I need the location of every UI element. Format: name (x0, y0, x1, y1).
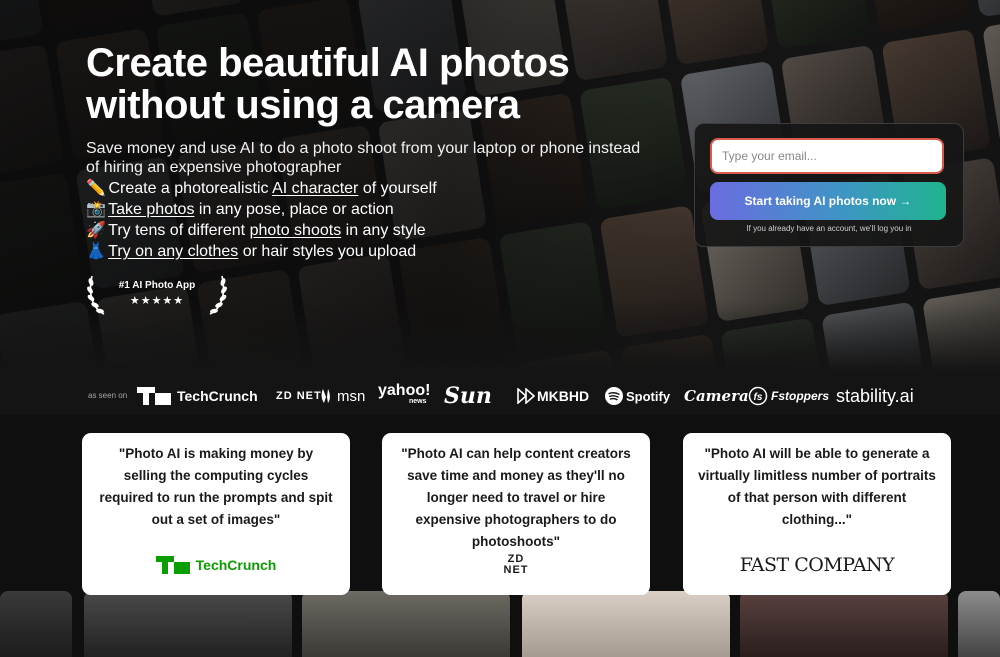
testimonial-quote: "Photo AI is making money by selling the… (99, 446, 333, 527)
hero-headline: Create beautiful AI photos without using… (86, 41, 570, 127)
dress-icon: 👗 (86, 243, 106, 260)
digital-camera-logo: Camera (684, 387, 749, 405)
try-on-clothes-link[interactable]: Try on any clothes (108, 243, 238, 260)
spotify-logo: Spotify (605, 383, 670, 409)
fstoppers-logo: fs Fstoppers (748, 383, 829, 409)
testimonials-section: "Photo AI is making money by selling the… (0, 415, 1000, 657)
camera-flash-icon: 📸 (86, 201, 106, 218)
zdnet-logo: ZD NET (276, 389, 322, 402)
techcrunch-logo: TechCrunch (137, 383, 258, 409)
yahoo-news-logo: yahoo! news (378, 382, 431, 406)
testimonial-card-zdnet: "Photo AI can help content creators save… (382, 433, 650, 595)
take-photos-link[interactable]: Take photos (108, 201, 194, 218)
msn-butterfly-icon (321, 389, 330, 403)
testimonial-quote: "Photo AI can help content creators save… (401, 446, 631, 549)
pencil-icon: ✏️ (86, 180, 106, 197)
techcrunch-mark-icon (137, 387, 171, 405)
login-note: If you already have an account, we'll lo… (746, 224, 912, 233)
photo-shoots-link[interactable]: photo shoots (250, 222, 342, 239)
feature-item-ai-character: ✏️ Create a photorealistic AI character … (86, 180, 437, 197)
feature-list: ✏️ Create a photorealistic AI character … (86, 178, 437, 262)
mkbhd-mark-icon (517, 388, 535, 404)
mkbhd-logo: MKBHD (517, 383, 589, 409)
hero-subtitle: Save money and use AI to do a photo shoo… (86, 140, 641, 176)
as-seen-on-label: as seen on (88, 391, 128, 400)
msn-logo: msn (320, 383, 365, 409)
as-seen-on-bar: as seen on TechCrunch ZD NET msn yahoo! … (0, 375, 1000, 415)
start-taking-photos-button[interactable]: Start taking AI photos now → (710, 182, 946, 220)
techcrunch-mark-icon (155, 556, 190, 574)
stability-ai-logo: stability.ai (836, 385, 914, 406)
testimonial-card-fastcompany: "Photo AI will be able to generate a vir… (683, 433, 951, 595)
svg-text:fs: fs (754, 392, 763, 403)
the-sun-logo: Sun (444, 383, 492, 409)
signup-card: Start taking AI photos now → If you alre… (694, 123, 964, 247)
testimonial-quote: "Photo AI will be able to generate a vir… (698, 446, 936, 527)
zdnet-source-logo: ZD NET (503, 553, 529, 576)
techcrunch-source-logo: TechCrunch (82, 549, 350, 581)
laurel-right-icon (209, 275, 227, 315)
laurel-left-icon (87, 275, 105, 315)
fastcompany-source-logo: FAST COMPANY (739, 554, 895, 576)
testimonial-card-techcrunch: "Photo AI is making money by selling the… (82, 433, 350, 595)
feature-item-photo-shoots: 🚀 Try tens of different photo shoots in … (86, 222, 426, 239)
feature-item-try-on-clothes: 👗 Try on any clothes or hair styles you … (86, 243, 417, 260)
spotify-icon (605, 387, 623, 405)
email-input[interactable] (710, 138, 944, 174)
hero-section: Create beautiful AI photos without using… (0, 0, 1000, 375)
ai-character-link[interactable]: AI character (272, 180, 358, 197)
rocket-icon: 🚀 (86, 222, 106, 239)
fstoppers-mark-icon: fs (748, 386, 768, 406)
feature-item-take-photos: 📸 Take photos in any pose, place or acti… (86, 201, 394, 218)
award-badge: #1 AI Photo App ★★★★★ (86, 270, 228, 316)
